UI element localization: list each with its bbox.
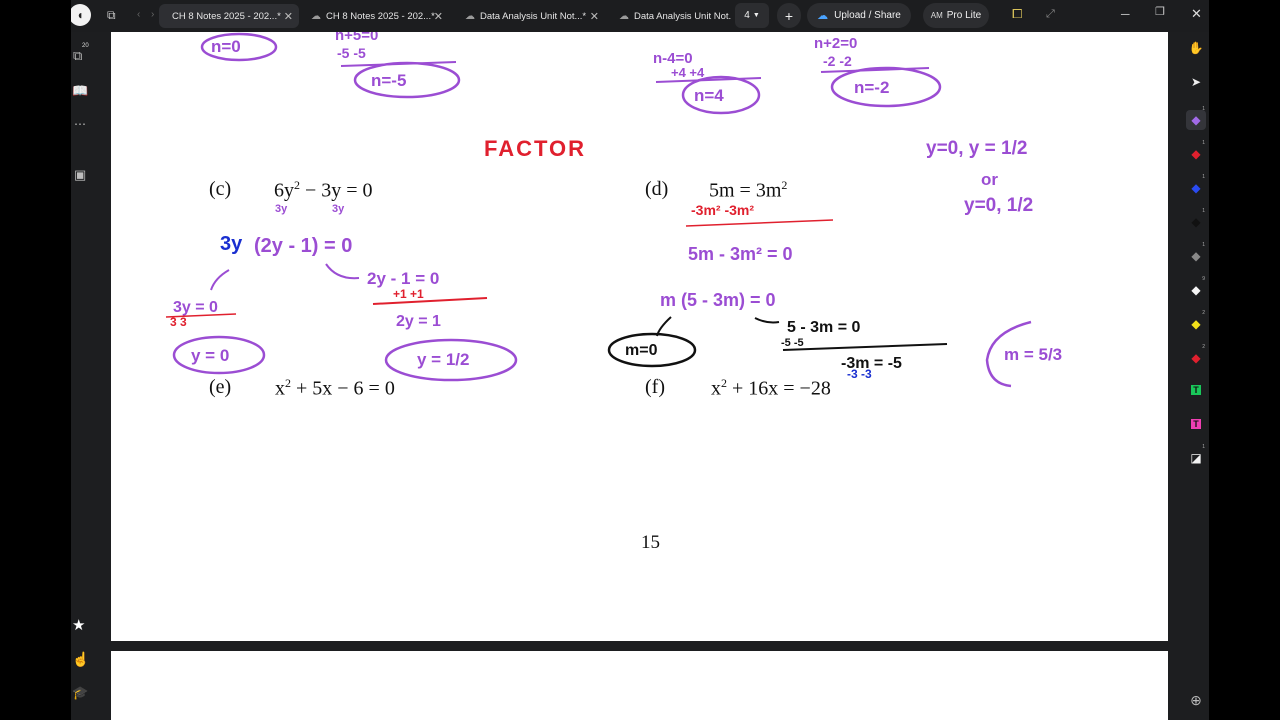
tab-notes-2[interactable]: ☁ CH 8 Notes 2025 - 202...* ✕: [303, 4, 449, 28]
hw-arrow-left: [210, 269, 230, 291]
hw-div-3: -3 -3: [847, 367, 872, 381]
hw-n4: n=4: [694, 86, 724, 105]
hw-y-half: y = 1/2: [417, 350, 469, 369]
hw-minus2: -2 -2: [823, 53, 852, 69]
hw-n+2: n+2=0: [814, 35, 857, 52]
cloud-icon: ☁: [311, 10, 321, 22]
screen-capture-icon[interactable]: ⧠: [1012, 7, 1022, 20]
hw-m0: m=0: [625, 342, 658, 359]
pen-toolbar: ✋ ➤ ◆ 1 ◆ 1 ◆ 1 ◆ 1 ◆ 1 ◆ 9 ◆ 2 ◆ 2 T T ◪ 1 ⊕: [1183, 32, 1209, 720]
yellow-highlighter-icon[interactable]: ◆ 2: [1186, 310, 1206, 334]
hw-minus5: -5 -5: [337, 45, 366, 61]
hw-y0: y = 0: [191, 346, 229, 365]
back-arrow-icon[interactable]: ‹: [137, 10, 140, 20]
minimize-icon[interactable]: ─: [1121, 8, 1130, 20]
close-window-icon[interactable]: ✕: [1191, 7, 1202, 20]
chevron-down-icon: ▼: [752, 12, 760, 19]
red-pen-icon[interactable]: ◆ 1: [1186, 140, 1206, 164]
black-pen-icon[interactable]: ◆ 1: [1186, 208, 1206, 232]
tab-data-analysis-1[interactable]: ☁ Data Analysis Unit Not...* ✕: [457, 4, 605, 28]
select-arrow-icon[interactable]: ➤: [1186, 72, 1206, 92]
document-page[interactable]: (c) 6y2 − 3y = 0 (d) 5m = 3m2 (e) x2 + 5…: [111, 32, 1168, 641]
hw-2y1: 2y = 1: [396, 313, 441, 330]
hw-n-5: n=-5: [371, 71, 406, 90]
white-pen-icon[interactable]: ◆ 9: [1186, 276, 1206, 300]
close-icon[interactable]: ✕: [434, 10, 443, 23]
hw-answer-or: or: [981, 170, 998, 189]
hw-2y-1: 2y - 1 = 0: [367, 269, 439, 288]
gray-pen-icon[interactable]: ◆ 1: [1186, 242, 1206, 266]
tab-notes-1[interactable]: CH 8 Notes 2025 - 202...* ✕: [159, 4, 299, 28]
hw-n-2: n=-2: [854, 78, 889, 97]
close-icon[interactable]: ✕: [284, 10, 293, 23]
more-options-icon[interactable]: ⋯: [74, 118, 86, 130]
pink-text-icon[interactable]: T: [1186, 414, 1206, 434]
tab-label: CH 8 Notes 2025 - 202...*: [326, 10, 435, 22]
purple-highlighter-icon[interactable]: ◆ 1: [1186, 106, 1206, 130]
tab-label: CH 8 Notes 2025 - 202...*: [172, 10, 281, 22]
hw-n0: n=0: [211, 37, 241, 56]
notes-app-icon[interactable]: ⧉: [107, 9, 116, 21]
hw-line: [782, 343, 948, 351]
star-icon[interactable]: ★: [72, 618, 85, 633]
left-sidebar: ⧉ 20 📖 ⋯ ▣ ★ ☝ 🎓: [71, 32, 89, 720]
hw-answer-2: y=0, 1/2: [964, 195, 1033, 216]
cloud-upload-icon: ☁: [817, 10, 829, 22]
tab-bar: ◖ ⧉ ‹ › CH 8 Notes 2025 - 202...* ✕ ☁ CH…: [71, 0, 1209, 32]
new-tab-button[interactable]: +: [777, 3, 801, 28]
hw-3y0: 3y = 0: [173, 299, 218, 316]
pro-lite-label: Pro Lite: [946, 10, 982, 21]
upload-share-button[interactable]: ☁ Upload / Share: [807, 3, 911, 28]
add-tool-icon[interactable]: ⊕: [1186, 690, 1206, 710]
pages-count-badge: 20: [82, 43, 89, 49]
tab-count-dropdown[interactable]: 4 ▼: [735, 3, 769, 28]
hw-c-factored: (2y - 1) = 0: [254, 235, 352, 257]
tab-label: Data Analysis Unit Not...*: [480, 10, 587, 22]
hw-line: [685, 219, 834, 227]
hand-gesture-icon[interactable]: ☝: [72, 652, 89, 666]
hw-5m-3m2: 5m - 3m² = 0: [688, 244, 793, 264]
cloud-icon: ☁: [619, 10, 629, 22]
hw-3y: 3y: [220, 233, 243, 255]
hw-div-3y: 3y: [332, 203, 345, 215]
tab-count: 4: [744, 10, 750, 21]
book-icon[interactable]: 📖: [72, 84, 88, 97]
hw-plus4: +4 +4: [671, 65, 705, 80]
hw-minus-3m2: -3m² -3m²: [691, 202, 754, 218]
graduation-cap-icon[interactable]: 🎓: [72, 686, 88, 699]
hw-m-factored: m (5 - 3m) = 0: [660, 290, 776, 310]
eraser-icon[interactable]: ◪ 1: [1186, 444, 1206, 468]
document-page-next[interactable]: [111, 651, 1168, 720]
hw-line: [372, 297, 488, 305]
red-highlighter-icon[interactable]: ◆ 2: [1186, 344, 1206, 368]
app-window: ◖ ⧉ ‹ › CH 8 Notes 2025 - 202...* ✕ ☁ CH…: [71, 0, 1209, 720]
document-add-icon[interactable]: ▣: [74, 168, 86, 181]
hw-arrow: [754, 317, 780, 324]
cloud-icon: ☁: [465, 10, 475, 22]
upload-share-label: Upload / Share: [834, 10, 901, 21]
hw-minus5: -5 -5: [781, 337, 804, 349]
maximize-icon[interactable]: ❐: [1155, 7, 1165, 18]
close-icon[interactable]: ✕: [590, 10, 599, 23]
expand-icon[interactable]: ⤢: [1046, 9, 1055, 20]
tab-data-analysis-2[interactable]: ☁ Data Analysis Unit Not...: [611, 4, 731, 28]
avatar: AM: [930, 11, 943, 20]
app-logo-icon[interactable]: ◖: [71, 4, 91, 26]
pages-icon[interactable]: ⧉: [73, 49, 82, 62]
hw-m-5-3: m = 5/3: [1004, 345, 1062, 364]
hand-tool-icon[interactable]: ✋: [1186, 38, 1206, 58]
hw-div-3y: 3y: [275, 203, 288, 215]
handwriting-layer: n=0 n+5=0 -5 -5 n=-5 n-4=0 +4 +4 n=4 n+2…: [165, 32, 1062, 388]
hw-plus1: +1 +1: [393, 287, 424, 301]
pro-lite-button[interactable]: AM Pro Lite: [923, 3, 989, 28]
hw-arrow-right: [325, 263, 360, 280]
green-text-icon[interactable]: T: [1186, 380, 1206, 400]
hw-5-3m: 5 - 3m = 0: [787, 319, 860, 336]
forward-arrow-icon[interactable]: ›: [151, 10, 154, 20]
tab-label: Data Analysis Unit Not...: [634, 10, 731, 22]
hw-n-plus-5: n+5=0: [335, 32, 378, 44]
blue-pen-icon[interactable]: ◆ 1: [1186, 174, 1206, 198]
hw-answer-1: y=0, y = 1/2: [926, 138, 1027, 159]
factor-heading: FACTOR: [484, 136, 586, 161]
